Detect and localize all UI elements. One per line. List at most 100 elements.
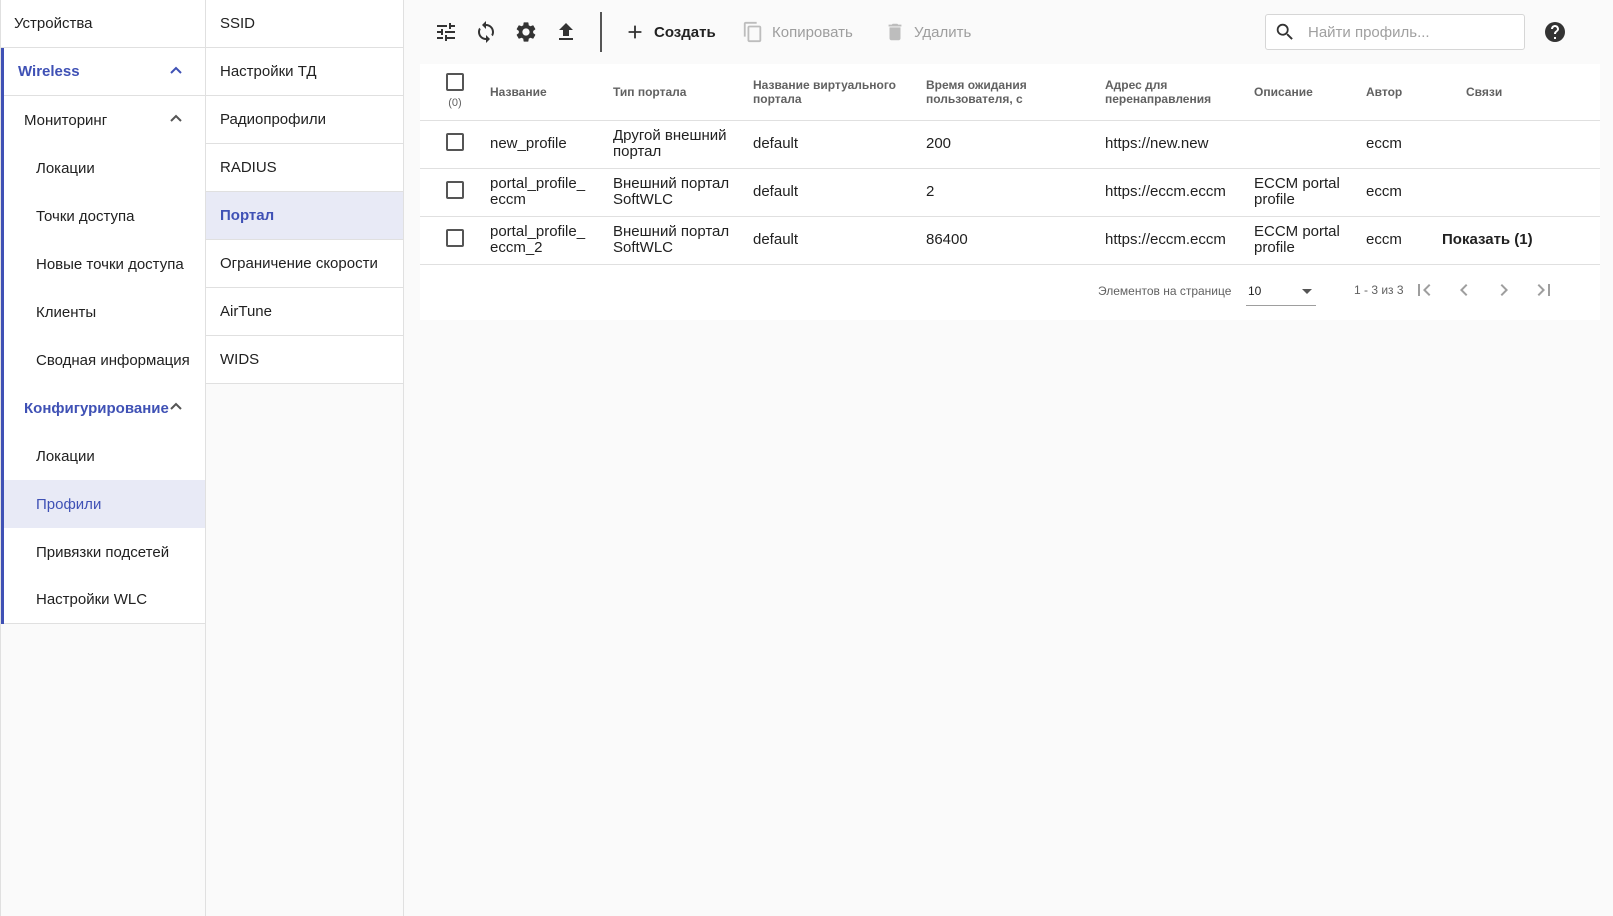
table-row[interactable]: portal_profile_ eccm_2 Внешний портал So… xyxy=(420,216,1600,265)
profiles-table-card: (0) Название Тип портала Название виртуа… xyxy=(420,64,1600,320)
create-button[interactable]: Создать xyxy=(624,18,716,46)
select-all-checkbox[interactable] xyxy=(446,73,464,92)
profile-type-radius[interactable]: RADIUS xyxy=(206,144,403,192)
column-header-description[interactable]: Описание xyxy=(1254,64,1366,121)
nav-item-summary[interactable]: Сводная информация xyxy=(4,336,205,384)
nav-item-access-points[interactable]: Точки доступа xyxy=(4,192,205,240)
dropdown-caret-icon xyxy=(1302,289,1312,294)
create-button-label: Создать xyxy=(654,23,716,41)
cell-timeout: 200 xyxy=(926,120,1105,169)
first-page-icon[interactable] xyxy=(1412,278,1436,302)
copy-icon xyxy=(743,21,762,43)
primary-nav: Устройства Wireless Мониторинг Локации Т… xyxy=(0,0,206,916)
items-per-page-select[interactable]: 10 xyxy=(1246,276,1316,306)
gear-icon[interactable] xyxy=(514,20,538,44)
nav-item-monitoring-locations[interactable]: Локации xyxy=(4,144,205,192)
table-row[interactable]: portal_profile_ eccm Внешний портал Soft… xyxy=(420,168,1600,217)
column-header-name[interactable]: Название xyxy=(490,64,613,121)
nav-item-wlc-settings[interactable]: Настройки WLC xyxy=(4,576,205,624)
nav-item-label: RADIUS xyxy=(220,159,277,176)
plus-icon xyxy=(628,25,642,39)
cell-redirect: https://eccm.eccm xyxy=(1105,216,1254,265)
items-per-page-value: 10 xyxy=(1248,284,1262,298)
nav-item-clients[interactable]: Клиенты xyxy=(4,288,205,336)
column-header-timeout[interactable]: Время ожидания пользователя, с xyxy=(926,64,1105,121)
nav-item-wireless[interactable]: Wireless xyxy=(4,48,205,96)
row-checkbox[interactable] xyxy=(446,133,464,151)
search-box xyxy=(1265,14,1525,50)
column-header-author[interactable]: Автор xyxy=(1366,64,1442,121)
profile-type-wids[interactable]: WIDS xyxy=(206,336,403,384)
row-select-cell xyxy=(420,216,490,265)
row-select-cell xyxy=(420,120,490,169)
profiles-table: (0) Название Тип портала Название виртуа… xyxy=(420,64,1600,265)
nav-item-label: Радиопрофили xyxy=(220,111,326,128)
nav-item-configuration[interactable]: Конфигурирование xyxy=(4,384,205,432)
nav-item-label: Профили xyxy=(36,495,102,513)
cell-description xyxy=(1254,120,1366,169)
items-per-page-label: Элементов на странице xyxy=(1098,284,1232,298)
cell-virtual-portal: default xyxy=(753,168,926,217)
cell-portal-type: Внешний портал SoftWLC xyxy=(613,168,753,217)
nav-item-label: Точки доступа xyxy=(36,207,135,225)
previous-page-icon[interactable] xyxy=(1452,278,1476,302)
cell-links: Показать (1) xyxy=(1442,216,1600,265)
profile-type-radio[interactable]: Радиопрофили xyxy=(206,96,403,144)
nav-item-label: Настройки ТД xyxy=(220,63,317,80)
profile-type-ap-settings[interactable]: Настройки ТД xyxy=(206,48,403,96)
search-input[interactable] xyxy=(1308,23,1508,41)
cell-virtual-portal: default xyxy=(753,216,926,265)
filter-settings-icon[interactable] xyxy=(434,20,458,44)
cell-description: ECCM portal profile xyxy=(1254,168,1366,217)
cell-redirect: https://eccm.eccm xyxy=(1105,168,1254,217)
nav-item-subnet-bindings[interactable]: Привязки подсетей xyxy=(4,528,205,576)
profile-type-portal[interactable]: Портал xyxy=(206,192,403,240)
profile-type-airtune[interactable]: AirTune xyxy=(206,288,403,336)
cell-author: eccm xyxy=(1366,168,1442,217)
cell-links xyxy=(1442,168,1600,217)
copy-button-label: Копировать xyxy=(772,23,853,41)
upload-icon[interactable] xyxy=(554,20,578,44)
nav-item-profiles[interactable]: Профили xyxy=(4,480,205,528)
nav-item-label: AirTune xyxy=(220,303,272,320)
nav-item-label: Настройки WLC xyxy=(36,591,148,608)
chevron-up-icon xyxy=(170,66,182,74)
help-icon[interactable] xyxy=(1543,20,1567,44)
cell-links xyxy=(1442,120,1600,169)
delete-button[interactable]: Удалить xyxy=(884,18,971,46)
links-show-link[interactable]: Показать (1) xyxy=(1442,231,1533,248)
table-row[interactable]: new_profile Другой внешний портал defaul… xyxy=(420,120,1600,169)
last-page-icon[interactable] xyxy=(1532,278,1556,302)
main-content: Создать Копировать Удалить (0) xyxy=(404,0,1613,916)
nav-item-label: WIDS xyxy=(220,351,260,368)
nav-item-config-locations[interactable]: Локации xyxy=(4,432,205,480)
column-header-links: Связи xyxy=(1442,64,1600,121)
profile-type-ssid[interactable]: SSID xyxy=(206,0,403,48)
cell-name: portal_profile_ eccm xyxy=(490,168,613,217)
nav-item-label: Мониторинг xyxy=(24,111,108,129)
table-header-row: (0) Название Тип портала Название виртуа… xyxy=(420,64,1600,121)
page-range-label: 1 - 3 из 3 xyxy=(1354,283,1404,297)
toolbar-divider xyxy=(600,12,602,52)
profile-type-rate-limit[interactable]: Ограничение скорости xyxy=(206,240,403,288)
search-icon xyxy=(1276,23,1293,40)
cell-virtual-portal: default xyxy=(753,120,926,169)
row-select-cell xyxy=(420,168,490,217)
column-header-virtual-portal[interactable]: Название виртуального портала xyxy=(753,64,926,121)
nav-group-wireless: Wireless Мониторинг Локации Точки доступ… xyxy=(1,48,205,624)
nav-item-label: SSID xyxy=(220,15,256,32)
cell-timeout: 86400 xyxy=(926,216,1105,265)
column-header-redirect[interactable]: Адрес для перенаправления xyxy=(1105,64,1254,121)
refresh-icon[interactable] xyxy=(474,20,498,44)
column-header-portal-type[interactable]: Тип портала xyxy=(613,64,753,121)
nav-item-devices[interactable]: Устройства xyxy=(1,0,205,48)
cell-portal-type: Другой внешний портал xyxy=(613,120,753,169)
nav-item-label: Ограничение скорости xyxy=(220,255,378,272)
row-checkbox[interactable] xyxy=(446,229,464,247)
next-page-icon[interactable] xyxy=(1492,278,1516,302)
nav-item-new-access-points[interactable]: Новые точки доступа xyxy=(4,240,205,288)
toolbar: Создать Копировать Удалить xyxy=(404,0,1613,64)
row-checkbox[interactable] xyxy=(446,181,464,199)
copy-button[interactable]: Копировать xyxy=(742,18,853,46)
nav-item-monitoring[interactable]: Мониторинг xyxy=(4,96,205,144)
